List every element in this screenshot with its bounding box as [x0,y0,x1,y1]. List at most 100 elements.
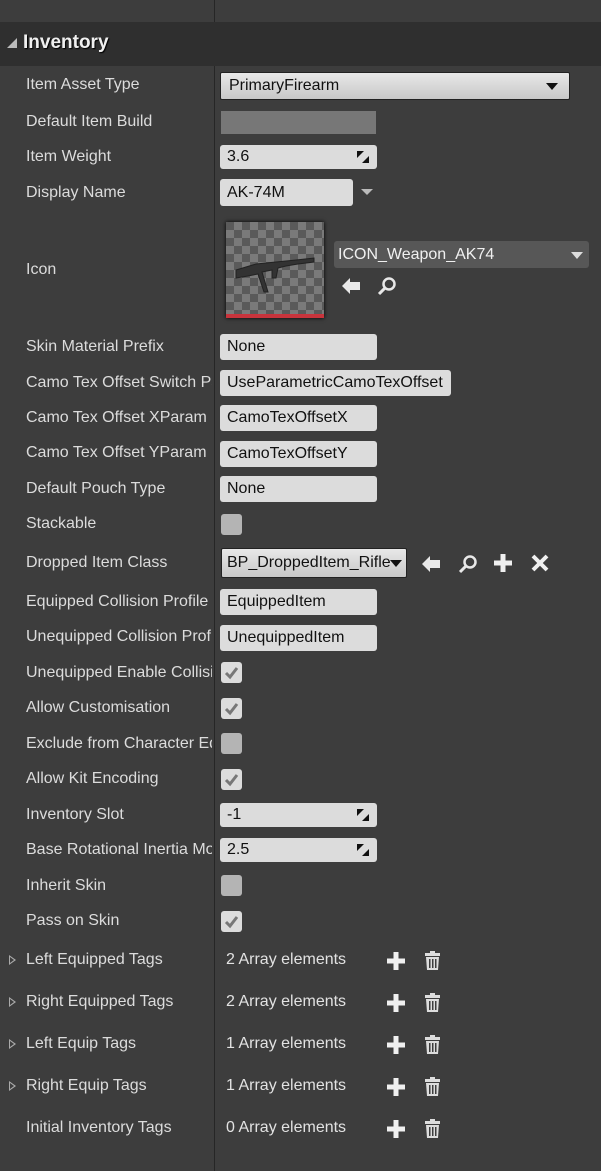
label-unequipped-enable-collision: Unequipped Enable Collision [26,664,212,681]
item-weight-input[interactable]: 3.6 [220,145,377,169]
top-bar [0,0,601,23]
label-camo-tex-offset-switch: Camo Tex Offset Switch Param [26,374,212,391]
spin-arrows-icon[interactable] [357,844,369,856]
camo-tex-offset-y-input[interactable]: CamoTexOffsetY [220,441,377,467]
label-stackable: Stackable [26,515,97,532]
default-item-build-field[interactable] [221,111,376,134]
label-inherit-skin: Inherit Skin [26,877,107,894]
label-exclude-from-character-editor: Exclude from Character Editor [26,735,212,752]
expand-triangle-icon[interactable] [9,1081,16,1091]
item-asset-type-value: PrimaryFirearm [229,77,340,94]
exclude-from-character-editor-checkbox[interactable] [221,733,242,754]
inventory-slot-input[interactable]: -1 [220,803,377,827]
array-count: 2 Array elements [226,951,347,968]
display-name-input[interactable]: AK-74M [220,179,353,206]
label-default-item-build: Default Item Build [26,113,153,130]
clear-icon[interactable] [531,554,549,572]
default-pouch-type-input[interactable]: None [220,476,377,502]
dropped-item-class-dropdown[interactable]: BP_DroppedItem_Rifle [221,548,407,578]
add-element-icon[interactable] [387,1078,405,1096]
array-label: Right Equipped Tags [26,993,174,1010]
display-name-value: AK-74M [227,184,285,201]
label-base-rotational-inertia: Base Rotational Inertia Modifier [26,841,212,858]
collapse-triangle-icon [7,38,17,48]
expand-triangle-icon[interactable] [9,955,16,965]
add-icon[interactable] [494,554,512,572]
browse-search-icon[interactable] [458,554,478,574]
skin-material-prefix-input[interactable]: None [220,334,377,360]
array-count: 2 Array elements [226,993,347,1010]
dropped-item-class-value: BP_DroppedItem_Rifle [227,554,391,571]
unequipped-collision-profile-input[interactable]: UnequippedItem [220,625,377,651]
expand-triangle-icon[interactable] [9,1039,16,1049]
trash-icon[interactable] [424,1119,441,1138]
label-item-weight: Item Weight [26,148,112,165]
checkmark-icon [224,774,239,787]
checkmark-icon [224,703,239,716]
add-element-icon[interactable] [387,994,405,1012]
inherit-skin-checkbox[interactable] [221,875,242,896]
array-count: 1 Array elements [226,1035,347,1052]
array-count: 1 Array elements [226,1077,347,1094]
trash-icon[interactable] [424,951,441,970]
array-label: Left Equip Tags [26,1035,137,1052]
label-camo-tex-offset-x: Camo Tex Offset XParam [26,409,207,426]
icon-thumbnail[interactable] [226,222,324,318]
item-asset-type-dropdown[interactable]: PrimaryFirearm [220,72,570,100]
icon-asset-dropdown[interactable]: ICON_Weapon_AK74 [334,241,589,268]
label-equipped-collision-profile: Equipped Collision Profile Name [26,593,212,610]
trash-icon[interactable] [424,1035,441,1054]
base-rotational-inertia-input[interactable]: 2.5 [220,838,377,862]
label-allow-kit-encoding: Allow Kit Encoding [26,770,159,787]
label-pass-on-skin: Pass on Skin [26,912,120,929]
allow-customisation-checkbox[interactable] [221,698,242,719]
use-selected-arrow-icon[interactable] [342,277,362,295]
column-splitter[interactable] [214,0,215,1171]
trash-icon[interactable] [424,993,441,1012]
camo-tex-offset-x-input[interactable]: CamoTexOffsetX [220,405,377,431]
label-camo-tex-offset-y: Camo Tex Offset YParam [26,444,207,461]
allow-kit-encoding-checkbox[interactable] [221,769,242,790]
stackable-checkbox[interactable] [221,514,242,535]
label-allow-customisation: Allow Customisation [26,699,171,716]
spin-arrows-icon[interactable] [357,151,369,163]
camo-tex-offset-switch-input[interactable]: UseParametricCamoTexOffset [220,370,451,396]
checkmark-icon [224,916,239,929]
label-skin-material-prefix: Skin Material Prefix [26,338,164,355]
label-display-name: Display Name [26,184,126,201]
browse-search-icon[interactable] [377,276,397,296]
rifle-icon [235,257,315,293]
use-selected-arrow-icon[interactable] [422,555,442,573]
array-count: 0 Array elements [226,1119,347,1136]
category-title: Inventory [23,32,109,53]
label-unequipped-collision-profile: Unequipped Collision Profile Name [26,628,212,645]
trash-icon[interactable] [424,1077,441,1096]
inventory-slot-value: -1 [227,806,242,823]
category-header-inventory[interactable]: Inventory [0,22,601,66]
equipped-collision-profile-input[interactable]: EquippedItem [220,589,377,615]
icon-asset-name: ICON_Weapon_AK74 [338,246,495,263]
label-default-pouch-type: Default Pouch Type [26,480,166,497]
unequipped-enable-collision-checkbox[interactable] [221,662,242,683]
add-element-icon[interactable] [387,1036,405,1054]
add-element-icon[interactable] [387,952,405,970]
label-inventory-slot: Inventory Slot [26,806,124,823]
pass-on-skin-checkbox[interactable] [221,911,242,932]
spin-arrows-icon[interactable] [357,809,369,821]
array-label: Initial Inventory Tags [26,1119,172,1136]
item-weight-value: 3.6 [227,148,250,165]
chevron-down-icon [390,560,402,567]
array-label: Right Equip Tags [26,1077,147,1094]
array-label: Left Equipped Tags [26,951,163,968]
base-rotational-inertia-value: 2.5 [227,841,250,858]
label-item-asset-type: Item Asset Type [26,76,140,93]
label-icon: Icon [26,261,57,278]
checkmark-icon [224,667,239,680]
expand-triangle-icon[interactable] [9,997,16,1007]
add-element-icon[interactable] [387,1120,405,1138]
asset-color-bar [226,314,324,318]
localization-dropdown-icon[interactable] [361,189,373,195]
label-dropped-item-class: Dropped Item Class [26,554,168,571]
chevron-down-icon [546,83,558,90]
chevron-down-icon [571,252,583,259]
